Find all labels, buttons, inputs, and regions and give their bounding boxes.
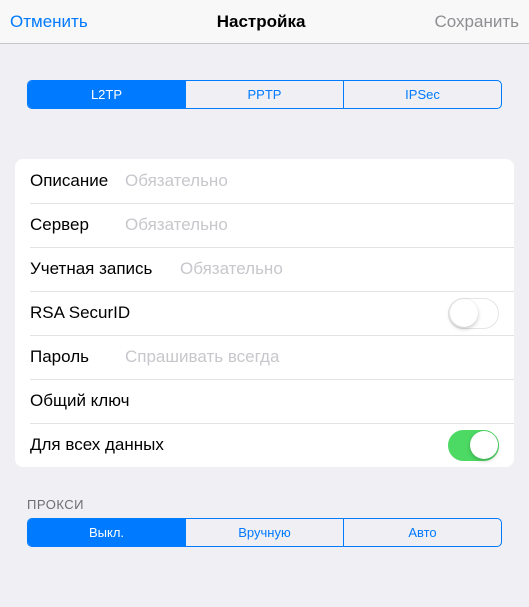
segment-proxy-manual[interactable]: Вручную: [186, 519, 344, 546]
segment-pptp[interactable]: PPTP: [186, 81, 344, 108]
segment-ipsec[interactable]: IPSec: [344, 81, 501, 108]
proxy-segmented: Выкл. Вручную Авто: [27, 518, 502, 547]
input-password[interactable]: [125, 347, 499, 367]
page-title: Настройка: [217, 12, 306, 32]
switch-knob: [470, 431, 498, 459]
proxy-header: ПРОКСИ: [27, 497, 502, 512]
navbar: Отменить Настройка Сохранить: [0, 0, 529, 44]
label-server: Сервер: [30, 215, 125, 235]
input-shared-secret[interactable]: [139, 391, 499, 411]
segment-l2tp[interactable]: L2TP: [28, 81, 186, 108]
row-rsa-securid: RSA SecurID: [15, 291, 514, 335]
label-rsa-securid: RSA SecurID: [30, 303, 448, 323]
segment-proxy-auto[interactable]: Авто: [344, 519, 501, 546]
switch-send-all-traffic[interactable]: [448, 430, 499, 461]
save-button[interactable]: Сохранить: [435, 12, 519, 32]
label-send-all-traffic: Для всех данных: [30, 435, 448, 455]
input-account[interactable]: [180, 259, 499, 279]
segment-proxy-off[interactable]: Выкл.: [28, 519, 186, 546]
row-server: Сервер: [15, 203, 514, 247]
content: L2TP PPTP IPSec Описание Сервер Учетная …: [0, 80, 529, 547]
row-shared-secret: Общий ключ: [15, 379, 514, 423]
row-description: Описание: [15, 159, 514, 203]
vpn-type-segmented: L2TP PPTP IPSec: [27, 80, 502, 109]
input-server[interactable]: [125, 215, 499, 235]
label-description: Описание: [30, 171, 125, 191]
row-account: Учетная запись: [15, 247, 514, 291]
row-password: Пароль: [15, 335, 514, 379]
label-account: Учетная запись: [30, 259, 180, 279]
label-shared-secret: Общий ключ: [30, 391, 139, 411]
row-send-all-traffic: Для всех данных: [15, 423, 514, 467]
cancel-button[interactable]: Отменить: [10, 12, 88, 32]
label-password: Пароль: [30, 347, 125, 367]
input-description[interactable]: [125, 171, 499, 191]
switch-rsa-securid[interactable]: [448, 298, 499, 329]
switch-knob: [450, 299, 478, 327]
vpn-settings-group: Описание Сервер Учетная запись RSA Secur…: [15, 159, 514, 467]
